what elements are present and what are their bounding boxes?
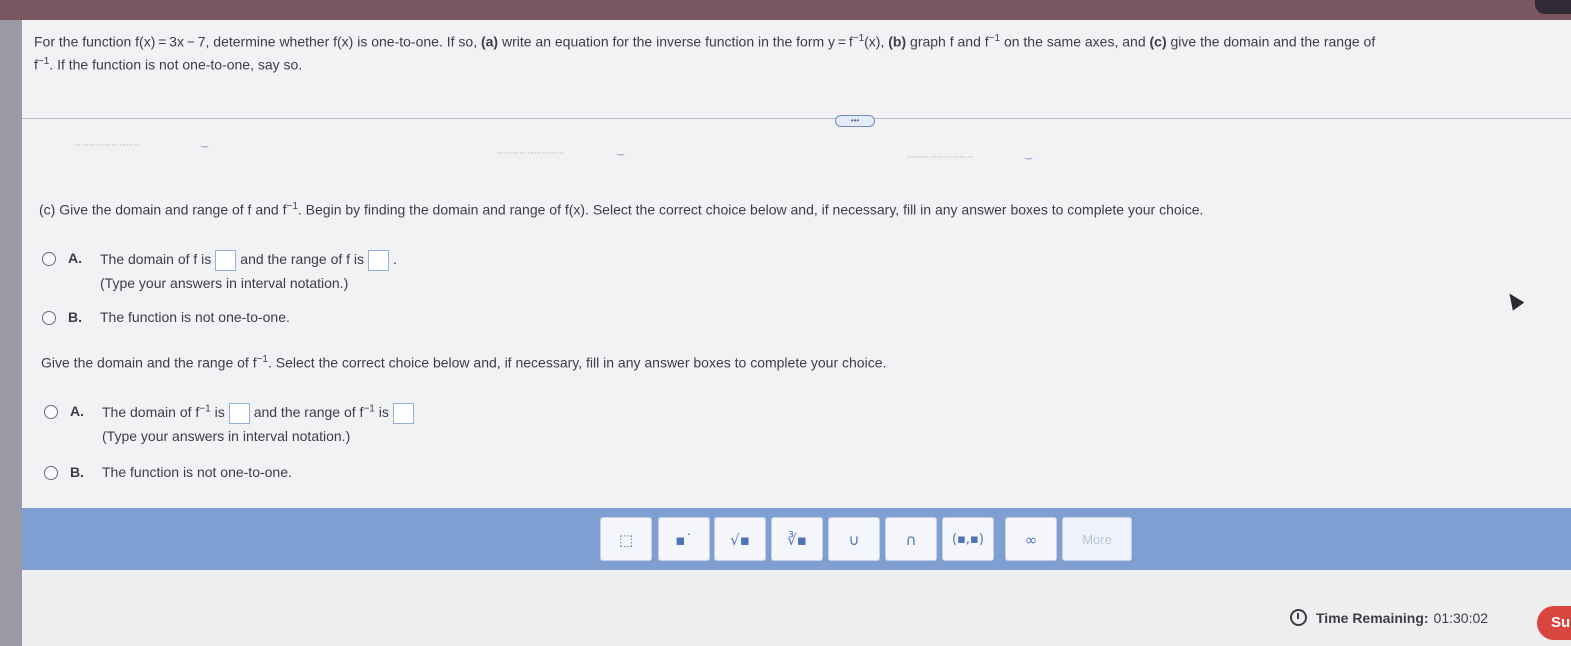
exponent-button[interactable]: ▪˙ xyxy=(658,517,710,561)
section-divider xyxy=(22,118,1571,119)
choice-finv-b[interactable]: B. The function is not one-to-one. xyxy=(44,464,292,480)
math-toolbar: ⬚ ▪˙ √▪ ∛▪ ∪ ∩ (▪,▪) ∞ More xyxy=(22,508,1571,570)
fraction-button[interactable]: ⬚ xyxy=(600,517,652,561)
choice-finv-a[interactable]: A. The domain of f−1 is and the range of … xyxy=(44,403,418,444)
range-finv-input[interactable] xyxy=(392,403,414,424)
more-button[interactable]: More xyxy=(1062,517,1132,561)
sqrt-button[interactable]: √▪ xyxy=(714,517,766,561)
footer-bar: Time Remaining: 01:30:02 Su xyxy=(22,570,1571,646)
question-text: For the function f(x) = 3x − 7, determin… xyxy=(34,33,1376,73)
choice-letter: B. xyxy=(68,309,82,325)
radio-button[interactable] xyxy=(42,252,56,266)
chevron-down-icon[interactable]: ⌣ xyxy=(1024,149,1033,166)
question-page: For the function f(x) = 3x − 7, determin… xyxy=(22,20,1571,646)
timer-label: Time Remaining: xyxy=(1316,609,1429,626)
clock-icon xyxy=(1290,609,1307,626)
radio-button[interactable] xyxy=(44,466,58,480)
part-c-instructions: (c) Give the domain and range of f and f… xyxy=(39,201,1204,218)
choice-letter: A. xyxy=(70,403,84,419)
choice-f-b[interactable]: B. The function is not one-to-one. xyxy=(42,309,290,325)
radio-button[interactable] xyxy=(42,311,56,325)
chevron-down-icon[interactable]: ⌣ xyxy=(616,145,625,162)
inverse-instructions: Give the domain and the range of f−1. Se… xyxy=(41,354,887,371)
intersection-button[interactable]: ∩ xyxy=(885,517,937,561)
infinity-button[interactable]: ∞ xyxy=(1005,517,1057,561)
choice-text: The domain of f is and the range of f is.… xyxy=(100,250,397,291)
choice-text: The domain of f−1 is and the range of f−1… xyxy=(102,403,418,444)
domain-f-input[interactable] xyxy=(215,250,237,271)
graph-thumbnail-3[interactable]: ⋯⋯⋯⋯⋯⋯⋯⋯⋯ xyxy=(907,153,975,161)
choice-letter: B. xyxy=(70,464,84,480)
mouse-cursor-icon xyxy=(1503,289,1525,311)
domain-finv-input[interactable] xyxy=(228,403,250,424)
radio-button[interactable] xyxy=(44,405,58,419)
chevron-down-icon[interactable]: ⌣ xyxy=(200,137,209,154)
graph-thumbnails: ⋯⋯⋯⋯⋯⋯⋯⋯⋯ ⌣ ⋯⋯⋯⋯⋯⋯⋯⋯⋯ ⌣ ⋯⋯⋯⋯⋯⋯⋯⋯⋯ ⌣ xyxy=(22,135,1571,165)
time-remaining: Time Remaining: 01:30:02 xyxy=(1290,609,1488,626)
choice-text: The function is not one-to-one. xyxy=(102,464,292,480)
choice-text: The function is not one-to-one. xyxy=(100,309,290,325)
submit-button[interactable]: Su xyxy=(1537,606,1571,640)
range-f-input[interactable] xyxy=(368,250,390,271)
left-edge xyxy=(0,20,22,646)
divider-handle[interactable]: ••• xyxy=(835,115,875,127)
interval-button[interactable]: (▪,▪) xyxy=(942,517,994,561)
graph-thumbnail-1[interactable]: ⋯⋯⋯⋯⋯⋯⋯⋯⋯ xyxy=(74,141,142,149)
window-control xyxy=(1535,0,1571,14)
graph-thumbnail-2[interactable]: ⋯⋯⋯⋯⋯⋯⋯⋯⋯ xyxy=(497,149,565,157)
nth-root-button[interactable]: ∛▪ xyxy=(771,517,823,561)
choice-f-a[interactable]: A. The domain of f is and the range of f … xyxy=(42,250,397,291)
choice-letter: A. xyxy=(68,250,82,266)
union-button[interactable]: ∪ xyxy=(828,517,880,561)
timer-value: 01:30:02 xyxy=(1433,609,1489,626)
